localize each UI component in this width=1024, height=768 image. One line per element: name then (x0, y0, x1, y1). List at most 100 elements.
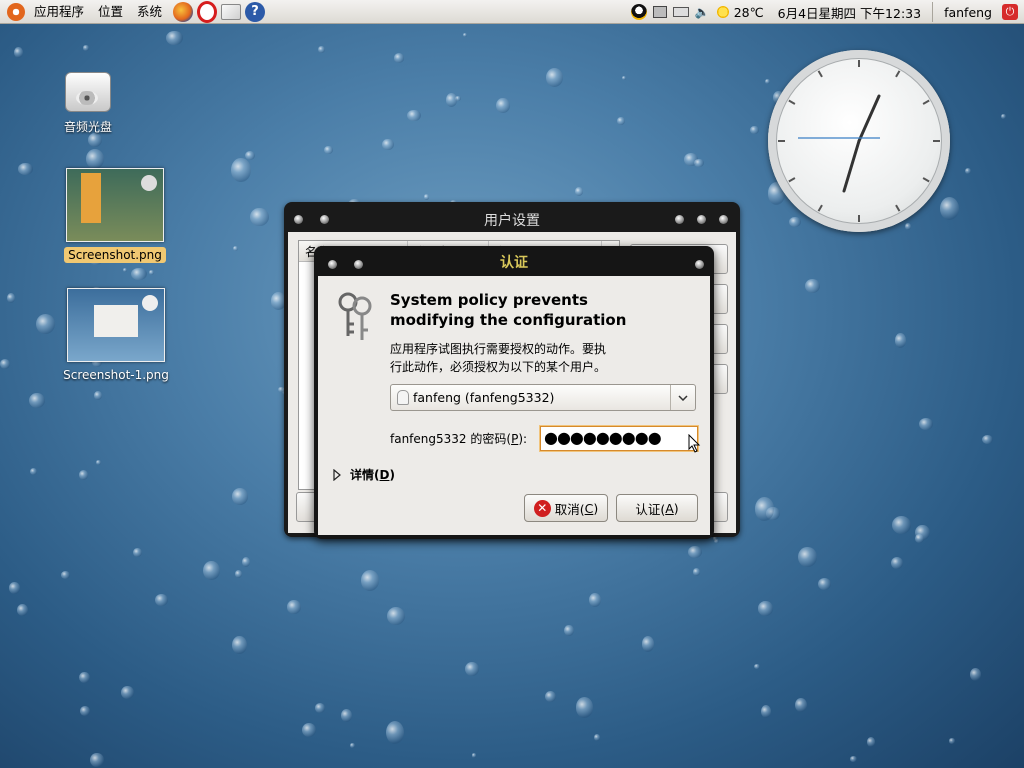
password-input[interactable]: ●●●●●●●●● (540, 426, 698, 451)
raindrop (131, 267, 147, 280)
close-button[interactable] (719, 215, 728, 224)
keyboard-icon[interactable] (672, 7, 689, 17)
raindrop (95, 460, 101, 465)
raindrop (93, 391, 102, 400)
firefox-icon[interactable] (173, 1, 194, 22)
raindrop (407, 109, 422, 122)
clock-tick (895, 204, 901, 212)
opera-icon[interactable] (197, 0, 218, 23)
raindrop (244, 151, 255, 161)
keys-icon (338, 292, 372, 340)
help-icon[interactable]: ? (245, 1, 266, 22)
clock-widget[interactable] (768, 50, 950, 232)
minimize-button[interactable] (675, 215, 684, 224)
authenticate-button[interactable]: 认证(A) (616, 494, 698, 522)
network-icon[interactable] (652, 6, 667, 18)
weather-sun-icon[interactable] (716, 6, 729, 18)
panel-separator (932, 2, 934, 22)
chevron-down-icon[interactable] (670, 385, 695, 410)
desktop-icon-audio-cd[interactable]: 音频光盘 (52, 72, 124, 135)
clock-hour-hand (842, 139, 861, 193)
raindrop (750, 126, 759, 134)
raindrop (350, 743, 356, 749)
raindrop (970, 668, 982, 681)
screenshot-thumbnail (66, 168, 164, 242)
raindrop (8, 582, 21, 594)
raindrop (250, 207, 269, 226)
raindrop (758, 601, 773, 616)
desktop-icon-label: 音频光盘 (63, 120, 112, 134)
details-expander[interactable]: 详情(D) (332, 466, 395, 483)
menu-places[interactable]: 位置 (91, 0, 130, 24)
raindrop (445, 92, 457, 107)
raindrop (203, 561, 220, 581)
user-name[interactable]: fanfeng (937, 5, 999, 20)
volume-icon[interactable]: 🔈 (695, 4, 711, 20)
window-title: 用户设置 (484, 213, 540, 229)
raindrop (545, 691, 557, 703)
identity-select[interactable]: fanfeng (fanfeng5332) (390, 384, 696, 411)
raindrop (423, 194, 430, 201)
dialog-body: System policy prevents modifying the con… (318, 276, 710, 535)
desktop-icon-screenshot[interactable]: Screenshot.png (60, 168, 170, 263)
shutdown-icon[interactable]: ⏻ (1002, 4, 1018, 20)
user-icon (397, 390, 409, 405)
raindrop (387, 607, 406, 626)
raindrop (866, 736, 876, 747)
clock-tick (922, 177, 930, 183)
mouse-cursor-icon (688, 434, 701, 453)
qq-icon[interactable] (630, 4, 647, 20)
raindrop (90, 753, 104, 767)
raindrop (545, 68, 563, 88)
raindrop (133, 547, 142, 557)
desktop-icon-screenshot-1[interactable]: Screenshot-1.png (60, 288, 172, 382)
ubuntu-logo-icon[interactable] (7, 2, 25, 21)
raindrop (232, 246, 238, 252)
raindrop (891, 556, 904, 570)
raindrop (915, 524, 931, 541)
raindrop (287, 600, 301, 614)
raindrop (87, 133, 102, 147)
password-label: fanfeng5332 的密码(P): (390, 432, 528, 446)
raindrop (594, 734, 601, 742)
dialog-close-button[interactable] (695, 260, 704, 269)
menu-applications[interactable]: 应用程序 (27, 0, 91, 24)
raindrop (688, 546, 702, 559)
raindrop (14, 47, 24, 59)
raindrop (761, 704, 772, 718)
raindrop (575, 187, 583, 196)
raindrop (18, 163, 33, 175)
temperature[interactable]: 28℃ (732, 5, 771, 20)
raindrop (79, 671, 91, 684)
raindrop (753, 664, 761, 670)
raindrop (795, 697, 808, 712)
raindrop (393, 53, 405, 63)
cd-drive-icon (65, 72, 111, 112)
heading-line-2: modifying the configuration (390, 311, 627, 329)
raindrop (694, 159, 704, 168)
clock-tick (817, 70, 823, 78)
raindrop (919, 417, 934, 431)
raindrop (382, 138, 394, 151)
cancel-button[interactable]: ✕ 取消(C) (524, 494, 608, 522)
raindrop (231, 158, 251, 183)
clock-datetime[interactable]: 6月4日星期四 下午12:33 (771, 3, 928, 22)
description-line-2: 行此动作，必须授权为以下的某个用户。 (390, 360, 607, 374)
maximize-button[interactable] (697, 215, 706, 224)
raindrop (982, 435, 994, 445)
cancel-icon: ✕ (533, 499, 551, 517)
raindrop (80, 706, 91, 716)
raindrop (683, 153, 699, 166)
raindrop (148, 270, 154, 275)
description-line-1: 应用程序试图执行需要授权的动作。要执 (390, 342, 607, 356)
mail-icon[interactable] (221, 3, 242, 20)
raindrop (471, 753, 477, 758)
raindrop (714, 539, 719, 544)
raindrop (754, 497, 774, 521)
menu-system[interactable]: 系统 (130, 0, 169, 24)
raindrop (16, 603, 28, 616)
raindrop (965, 168, 972, 175)
raindrop (29, 468, 37, 475)
authentication-dialog[interactable]: 认证 System policy prevents modifying the … (314, 246, 714, 539)
raindrop (121, 686, 134, 699)
